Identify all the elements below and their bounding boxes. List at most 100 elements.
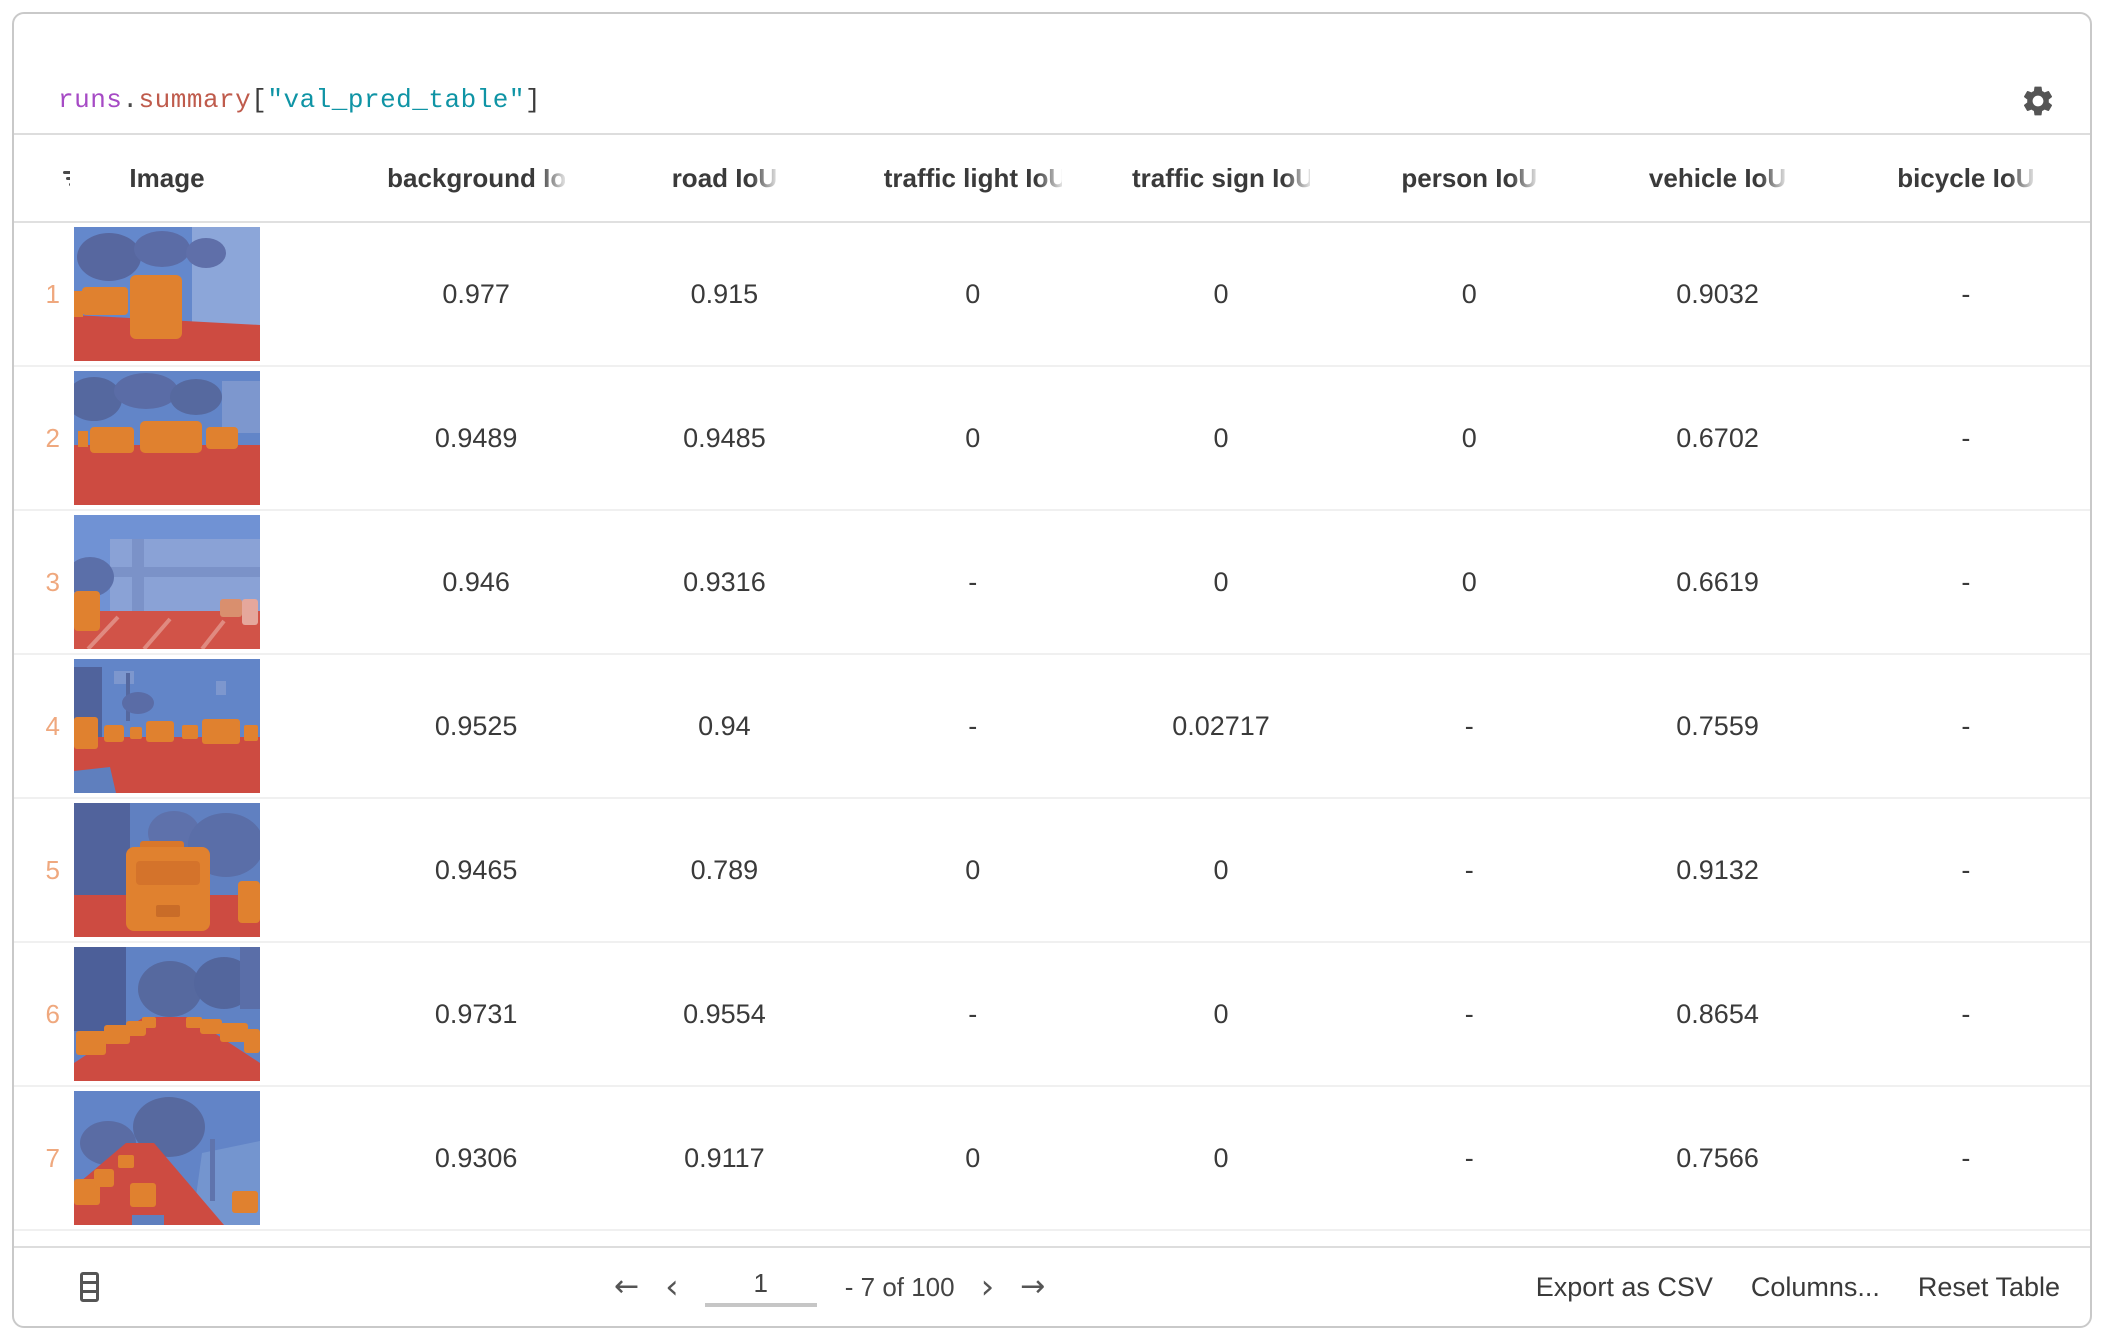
- columns-button[interactable]: Columns...: [1751, 1272, 1880, 1303]
- segmentation-overlay-svg: [74, 803, 260, 937]
- cell-road-iou: 0.915: [600, 279, 848, 310]
- row-index[interactable]: 4: [14, 711, 70, 742]
- cell-traffic-light-iou: -: [849, 711, 1097, 742]
- segmentation-image-thumbnail[interactable]: [74, 659, 260, 793]
- panel-settings-button[interactable]: [2020, 83, 2056, 119]
- filter-icon: [63, 168, 71, 189]
- segmentation-overlay-svg: [74, 1091, 260, 1225]
- cell-bicycle-iou: -: [1842, 999, 2090, 1030]
- reset-table-button[interactable]: Reset Table: [1918, 1272, 2060, 1303]
- cell-traffic-light-iou: -: [849, 567, 1097, 598]
- next-page-button[interactable]: ›: [981, 1270, 995, 1304]
- cell-vehicle-iou: 0.9132: [1593, 855, 1841, 886]
- cell-bicycle-iou: -: [1842, 279, 2090, 310]
- code-token-property: summary: [139, 85, 252, 115]
- export-csv-button[interactable]: Export as CSV: [1536, 1272, 1713, 1303]
- segmentation-image-thumbnail[interactable]: [74, 947, 260, 1081]
- cell-background-iou: 0.9731: [352, 999, 600, 1030]
- segmentation-image-thumbnail[interactable]: [74, 371, 260, 505]
- cell-vehicle-iou: 0.6702: [1593, 423, 1841, 454]
- cell-background-iou: 0.946: [352, 567, 600, 598]
- row-index[interactable]: 1: [14, 279, 70, 310]
- table-row: 4: [14, 655, 2090, 799]
- column-header-vehicle-iou[interactable]: vehicle IoU: [1593, 162, 1841, 195]
- cell-vehicle-iou: 0.7566: [1593, 1143, 1841, 1174]
- cell-road-iou: 0.9316: [600, 567, 848, 598]
- cell-bicycle-iou: -: [1842, 855, 2090, 886]
- code-token-close-bracket: ]: [525, 85, 541, 115]
- column-header-background-iou[interactable]: background IoU: [352, 162, 600, 195]
- segmentation-image-thumbnail[interactable]: [74, 1091, 260, 1225]
- cell-traffic-light-iou: 0: [849, 855, 1097, 886]
- code-token-string: "val_pred_table": [267, 85, 525, 115]
- column-header-image[interactable]: Image: [70, 162, 352, 195]
- row-index[interactable]: 6: [14, 999, 70, 1030]
- column-header-person-iou[interactable]: person IoU: [1345, 162, 1593, 195]
- cell-background-iou: 0.977: [352, 279, 600, 310]
- cell-bicycle-iou: -: [1842, 711, 2090, 742]
- segmentation-image-thumbnail[interactable]: [74, 227, 260, 361]
- cell-traffic-light-iou: 0: [849, 423, 1097, 454]
- code-token-object: runs: [58, 85, 122, 115]
- cell-person-iou: -: [1345, 711, 1593, 742]
- code-token-dot: .: [122, 85, 138, 115]
- cell-road-iou: 0.9485: [600, 423, 848, 454]
- cell-person-iou: -: [1345, 1143, 1593, 1174]
- page-number-input[interactable]: [705, 1268, 817, 1307]
- cell-vehicle-iou: 0.7559: [1593, 711, 1841, 742]
- cell-traffic-sign-iou: 0: [1097, 567, 1345, 598]
- row-index[interactable]: 5: [14, 855, 70, 886]
- segmentation-overlay-svg: [74, 659, 260, 793]
- cell-traffic-sign-iou: 0: [1097, 999, 1345, 1030]
- cell-vehicle-iou: 0.9032: [1593, 279, 1841, 310]
- gear-icon: [2020, 83, 2056, 119]
- cell-road-iou: 0.94: [600, 711, 848, 742]
- column-header-traffic-sign-iou[interactable]: traffic sign IoU: [1097, 162, 1345, 195]
- cell-traffic-sign-iou: 0: [1097, 855, 1345, 886]
- cell-road-iou: 0.9554: [600, 999, 848, 1030]
- table-row: 6 0.9731: [14, 943, 2090, 1087]
- cell-person-iou: -: [1345, 999, 1593, 1030]
- column-header-traffic-light-iou[interactable]: traffic light IoU: [849, 162, 1097, 195]
- pagination: ← ‹ - 7 of 100 › →: [614, 1248, 1045, 1326]
- column-header-road-iou[interactable]: road IoU: [600, 162, 848, 195]
- cell-traffic-sign-iou: 0.02717: [1097, 711, 1345, 742]
- last-page-button[interactable]: →: [1020, 1272, 1045, 1302]
- row-index[interactable]: 2: [14, 423, 70, 454]
- cell-traffic-sign-iou: 0: [1097, 279, 1345, 310]
- panel-expression: runs.summary["val_pred_table"]: [58, 85, 541, 115]
- table-row: 3 0.946 0.9316 -: [14, 511, 2090, 655]
- footer-actions: Export as CSV Columns... Reset Table: [1536, 1248, 2060, 1326]
- cell-traffic-sign-iou: 0: [1097, 423, 1345, 454]
- previous-page-button[interactable]: ‹: [665, 1270, 679, 1304]
- page-range-label: - 7 of 100: [845, 1272, 955, 1303]
- segmentation-image-thumbnail[interactable]: [74, 515, 260, 649]
- segmentation-overlay-svg: [74, 227, 260, 361]
- cell-traffic-light-iou: 0: [849, 279, 1097, 310]
- cell-person-iou: 0: [1345, 567, 1593, 598]
- column-header-bicycle-iou[interactable]: bicycle IoU: [1842, 162, 2090, 195]
- segmentation-overlay-svg: [74, 371, 260, 505]
- filter-button[interactable]: [14, 168, 70, 189]
- cell-vehicle-iou: 0.8654: [1593, 999, 1841, 1030]
- cell-background-iou: 0.9525: [352, 711, 600, 742]
- cell-traffic-sign-iou: 0: [1097, 1143, 1345, 1174]
- first-page-button[interactable]: ←: [614, 1272, 639, 1302]
- val-pred-table-panel: runs.summary["val_pred_table"] Image bac…: [12, 12, 2092, 1328]
- cell-vehicle-iou: 0.6619: [1593, 567, 1841, 598]
- cell-traffic-light-iou: -: [849, 999, 1097, 1030]
- cell-road-iou: 0.9117: [600, 1143, 848, 1174]
- row-layout-icon[interactable]: [80, 1272, 99, 1302]
- row-index[interactable]: 3: [14, 567, 70, 598]
- table-row: 2 0.9489 0.9485 0 0 0: [14, 367, 2090, 511]
- row-index[interactable]: 7: [14, 1143, 70, 1174]
- segmentation-image-thumbnail[interactable]: [74, 803, 260, 937]
- cell-traffic-light-iou: 0: [849, 1143, 1097, 1174]
- cell-background-iou: 0.9306: [352, 1143, 600, 1174]
- cell-road-iou: 0.789: [600, 855, 848, 886]
- table-row: 7 0.9306 0.9117 0: [14, 1087, 2090, 1231]
- segmentation-overlay-svg: [74, 515, 260, 649]
- code-token-open-bracket: [: [251, 85, 267, 115]
- cell-bicycle-iou: -: [1842, 567, 2090, 598]
- cell-person-iou: 0: [1345, 423, 1593, 454]
